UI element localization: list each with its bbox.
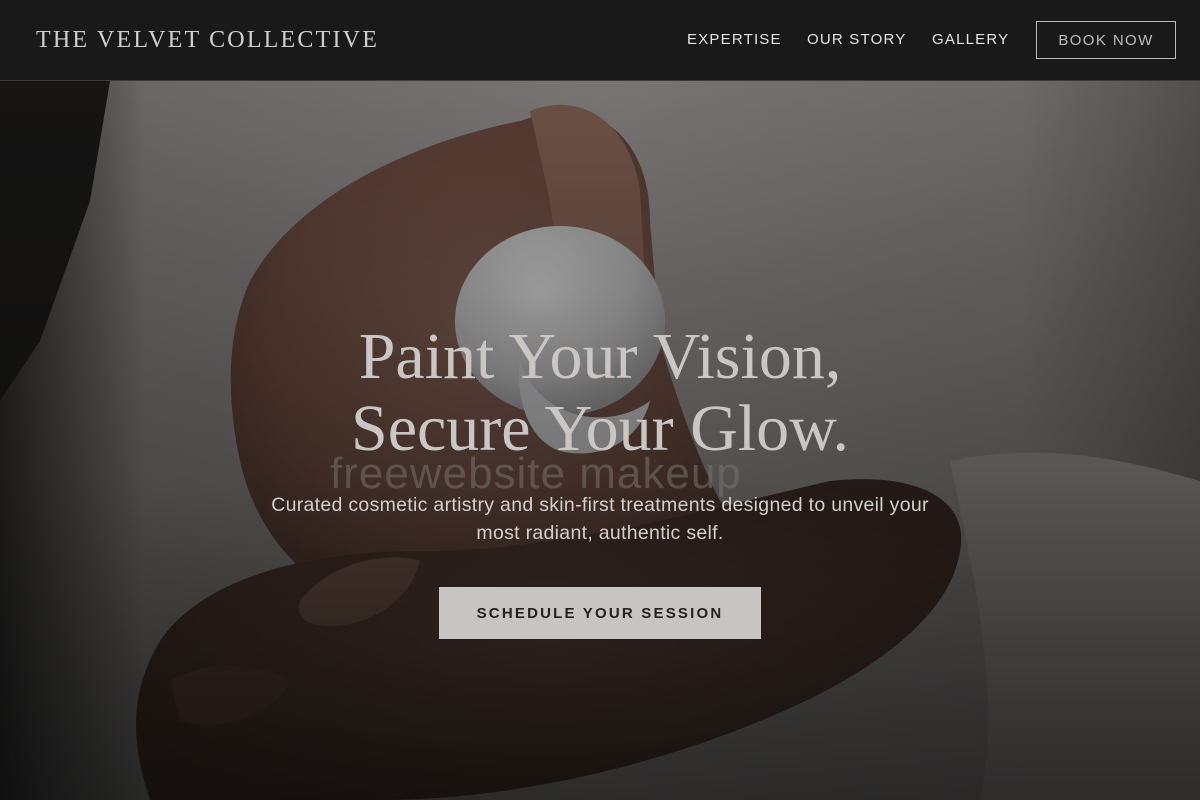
nav-link-gallery[interactable]: GALLERY bbox=[932, 31, 1009, 49]
site-header: THE VELVET COLLECTIVE EXPERTISE OUR STOR… bbox=[0, 0, 1200, 81]
landing-page: THE VELVET COLLECTIVE EXPERTISE OUR STOR… bbox=[0, 0, 1200, 800]
hero-title: Paint Your Vision, Secure Your Glow. bbox=[200, 321, 1000, 465]
book-now-button[interactable]: BOOK NOW bbox=[1036, 21, 1176, 59]
hero-title-line-2: Secure Your Glow. bbox=[350, 392, 850, 465]
brand-logo[interactable]: THE VELVET COLLECTIVE bbox=[36, 26, 379, 54]
nav-link-expertise[interactable]: EXPERTISE bbox=[687, 31, 782, 49]
hero-subtitle: Curated cosmetic artistry and skin-first… bbox=[271, 494, 929, 544]
hero-title-line-1: Paint Your Vision, bbox=[358, 320, 842, 393]
hero-section: freewebsite makeup Paint Your Vision, Se… bbox=[0, 81, 1200, 800]
schedule-session-button[interactable]: SCHEDULE YOUR SESSION bbox=[439, 587, 761, 639]
nav-link-our-story[interactable]: OUR STORY bbox=[807, 31, 906, 49]
